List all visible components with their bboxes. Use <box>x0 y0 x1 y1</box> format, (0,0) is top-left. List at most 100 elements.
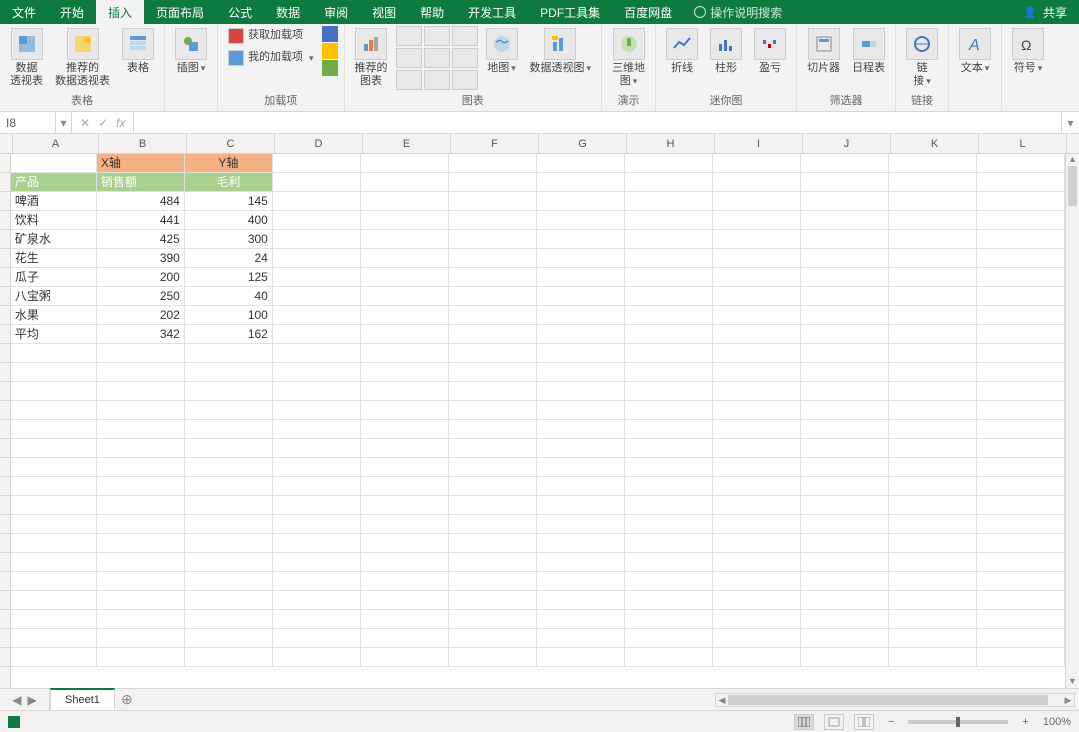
cell-F27[interactable] <box>449 648 537 667</box>
cell-F3[interactable] <box>449 192 537 211</box>
cell-I18[interactable] <box>713 477 801 496</box>
cell-J10[interactable] <box>801 325 889 344</box>
cell-I27[interactable] <box>713 648 801 667</box>
cell-G18[interactable] <box>537 477 625 496</box>
cell-I10[interactable] <box>713 325 801 344</box>
cell-F1[interactable] <box>449 154 537 173</box>
cell-F9[interactable] <box>449 306 537 325</box>
tab-PDF工具集[interactable]: PDF工具集 <box>528 0 612 24</box>
col-header-A[interactable]: A <box>13 134 99 153</box>
text-button[interactable]: A文本▾ <box>955 26 995 77</box>
row-header-10[interactable] <box>0 325 10 344</box>
cell-E8[interactable] <box>361 287 449 306</box>
tab-审阅[interactable]: 审阅 <box>312 0 360 24</box>
cell-J23[interactable] <box>801 572 889 591</box>
cell-D8[interactable] <box>273 287 361 306</box>
horizontal-scrollbar[interactable]: ◀ ▶ <box>715 693 1075 707</box>
zoom-level[interactable]: 100% <box>1043 716 1071 728</box>
cell-H3[interactable] <box>625 192 713 211</box>
name-box[interactable]: I8 <box>0 112 56 133</box>
cell-G23[interactable] <box>537 572 625 591</box>
cell-D13[interactable] <box>273 382 361 401</box>
recommended-pivot-button[interactable]: 推荐的 数据透视表 <box>51 26 114 90</box>
cell-I22[interactable] <box>713 553 801 572</box>
cell-F19[interactable] <box>449 496 537 515</box>
cell-K6[interactable] <box>889 249 977 268</box>
cell-B9[interactable]: 202 <box>97 306 185 325</box>
cell-H13[interactable] <box>625 382 713 401</box>
tab-公式[interactable]: 公式 <box>216 0 264 24</box>
cell-D18[interactable] <box>273 477 361 496</box>
sheet-tab-1[interactable]: Sheet1 <box>50 688 115 710</box>
cell-C24[interactable] <box>185 591 273 610</box>
cell-L15[interactable] <box>977 420 1065 439</box>
cell-D17[interactable] <box>273 458 361 477</box>
cell-L14[interactable] <box>977 401 1065 420</box>
tab-帮助[interactable]: 帮助 <box>408 0 456 24</box>
cell-F20[interactable] <box>449 515 537 534</box>
cell-C17[interactable] <box>185 458 273 477</box>
cell-H1[interactable] <box>625 154 713 173</box>
cell-C18[interactable] <box>185 477 273 496</box>
cell-A10[interactable]: 平均 <box>11 325 97 344</box>
cell-A12[interactable] <box>11 363 97 382</box>
share-button[interactable]: 共享 <box>1043 4 1067 21</box>
col-header-K[interactable]: K <box>891 134 979 153</box>
cell-L17[interactable] <box>977 458 1065 477</box>
cell-E3[interactable] <box>361 192 449 211</box>
cell-E13[interactable] <box>361 382 449 401</box>
cell-A5[interactable]: 矿泉水 <box>11 230 97 249</box>
cell-G5[interactable] <box>537 230 625 249</box>
cell-L12[interactable] <box>977 363 1065 382</box>
cell-B8[interactable]: 250 <box>97 287 185 306</box>
cell-I5[interactable] <box>713 230 801 249</box>
cell-F11[interactable] <box>449 344 537 363</box>
cell-L22[interactable] <box>977 553 1065 572</box>
cell-L20[interactable] <box>977 515 1065 534</box>
cell-L10[interactable] <box>977 325 1065 344</box>
cancel-formula-icon[interactable]: ✕ <box>80 116 90 130</box>
cell-K26[interactable] <box>889 629 977 648</box>
radar-chart-icon[interactable] <box>452 70 478 90</box>
row-header-23[interactable] <box>0 572 10 591</box>
cell-F25[interactable] <box>449 610 537 629</box>
area-chart-icon[interactable] <box>424 48 450 68</box>
cell-J16[interactable] <box>801 439 889 458</box>
cell-C13[interactable] <box>185 382 273 401</box>
cell-L6[interactable] <box>977 249 1065 268</box>
cell-L26[interactable] <box>977 629 1065 648</box>
cell-A18[interactable] <box>11 477 97 496</box>
cell-C3[interactable]: 145 <box>185 192 273 211</box>
cell-A27[interactable] <box>11 648 97 667</box>
cell-H18[interactable] <box>625 477 713 496</box>
cell-I11[interactable] <box>713 344 801 363</box>
tab-开发工具[interactable]: 开发工具 <box>456 0 528 24</box>
cell-B6[interactable]: 390 <box>97 249 185 268</box>
addin-icon-2[interactable] <box>322 43 338 59</box>
pie-chart-icon[interactable] <box>452 26 478 46</box>
cell-L2[interactable] <box>977 173 1065 192</box>
cell-L4[interactable] <box>977 211 1065 230</box>
cell-D14[interactable] <box>273 401 361 420</box>
stock-chart-icon[interactable] <box>396 70 422 90</box>
cell-A2[interactable]: 产品 <box>11 173 97 192</box>
cell-C10[interactable]: 162 <box>185 325 273 344</box>
get-addins-button[interactable]: 获取加载项 <box>224 26 318 46</box>
cell-J11[interactable] <box>801 344 889 363</box>
fx-icon[interactable]: fx <box>116 116 125 130</box>
cell-G25[interactable] <box>537 610 625 629</box>
col-header-J[interactable]: J <box>803 134 891 153</box>
scroll-down-icon[interactable]: ▼ <box>1066 676 1079 688</box>
cell-I16[interactable] <box>713 439 801 458</box>
cell-C23[interactable] <box>185 572 273 591</box>
cell-H23[interactable] <box>625 572 713 591</box>
cell-J4[interactable] <box>801 211 889 230</box>
cell-L19[interactable] <box>977 496 1065 515</box>
cell-A16[interactable] <box>11 439 97 458</box>
cell-B11[interactable] <box>97 344 185 363</box>
cell-G8[interactable] <box>537 287 625 306</box>
cell-L16[interactable] <box>977 439 1065 458</box>
cell-H6[interactable] <box>625 249 713 268</box>
cell-C1[interactable]: Y轴 <box>185 154 273 173</box>
cell-A15[interactable] <box>11 420 97 439</box>
